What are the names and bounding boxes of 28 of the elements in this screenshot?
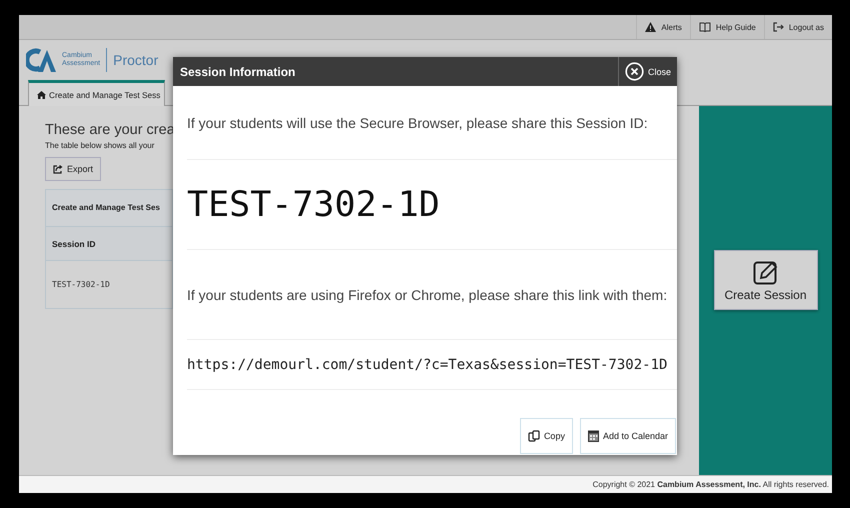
logo-icon	[26, 48, 58, 72]
table-caption: Create and Manage Test Ses	[45, 189, 173, 226]
page-description: The table below shows all your	[45, 141, 154, 150]
edit-icon	[752, 258, 778, 284]
tab[interactable]: Create and Manage Test Sess	[28, 80, 166, 106]
warning-icon	[645, 22, 656, 32]
app-title: Proctor	[113, 52, 158, 68]
copy-button[interactable]: Copy	[520, 418, 573, 454]
calendar-icon	[588, 430, 599, 442]
copyright-text: Copyright © 2021 Cambium Assessment, Inc. All rights reserved.	[592, 480, 829, 489]
session-id: TEST-7302-1D	[187, 184, 440, 224]
table-cell: TEST-7302-1D	[46, 260, 172, 308]
home-icon	[37, 90, 46, 98]
export-button[interactable]: Export	[45, 157, 102, 181]
instruction-text: If your students are using Firefox or Chrome, please share this link with them:	[187, 286, 668, 302]
close-icon	[624, 62, 644, 81]
dialog-title: Session Information	[179, 64, 296, 78]
logout-icon	[772, 22, 784, 32]
create-session-button[interactable]: Create Session	[714, 250, 818, 310]
column-header: Session ID	[46, 226, 172, 260]
toolbar-link[interactable]: Help Guide	[690, 15, 764, 39]
book-icon	[698, 22, 711, 32]
copy-icon	[528, 430, 540, 442]
toolbar-link[interactable]: Logout as	[764, 15, 832, 39]
instruction-text: If your students will use the Secure Browser, please share this Session ID:	[187, 114, 648, 130]
toolbar-link[interactable]: Alerts	[636, 15, 690, 39]
export-icon	[53, 164, 63, 174]
add-to-calendar-button[interactable]: Add to Calendar	[580, 418, 676, 454]
